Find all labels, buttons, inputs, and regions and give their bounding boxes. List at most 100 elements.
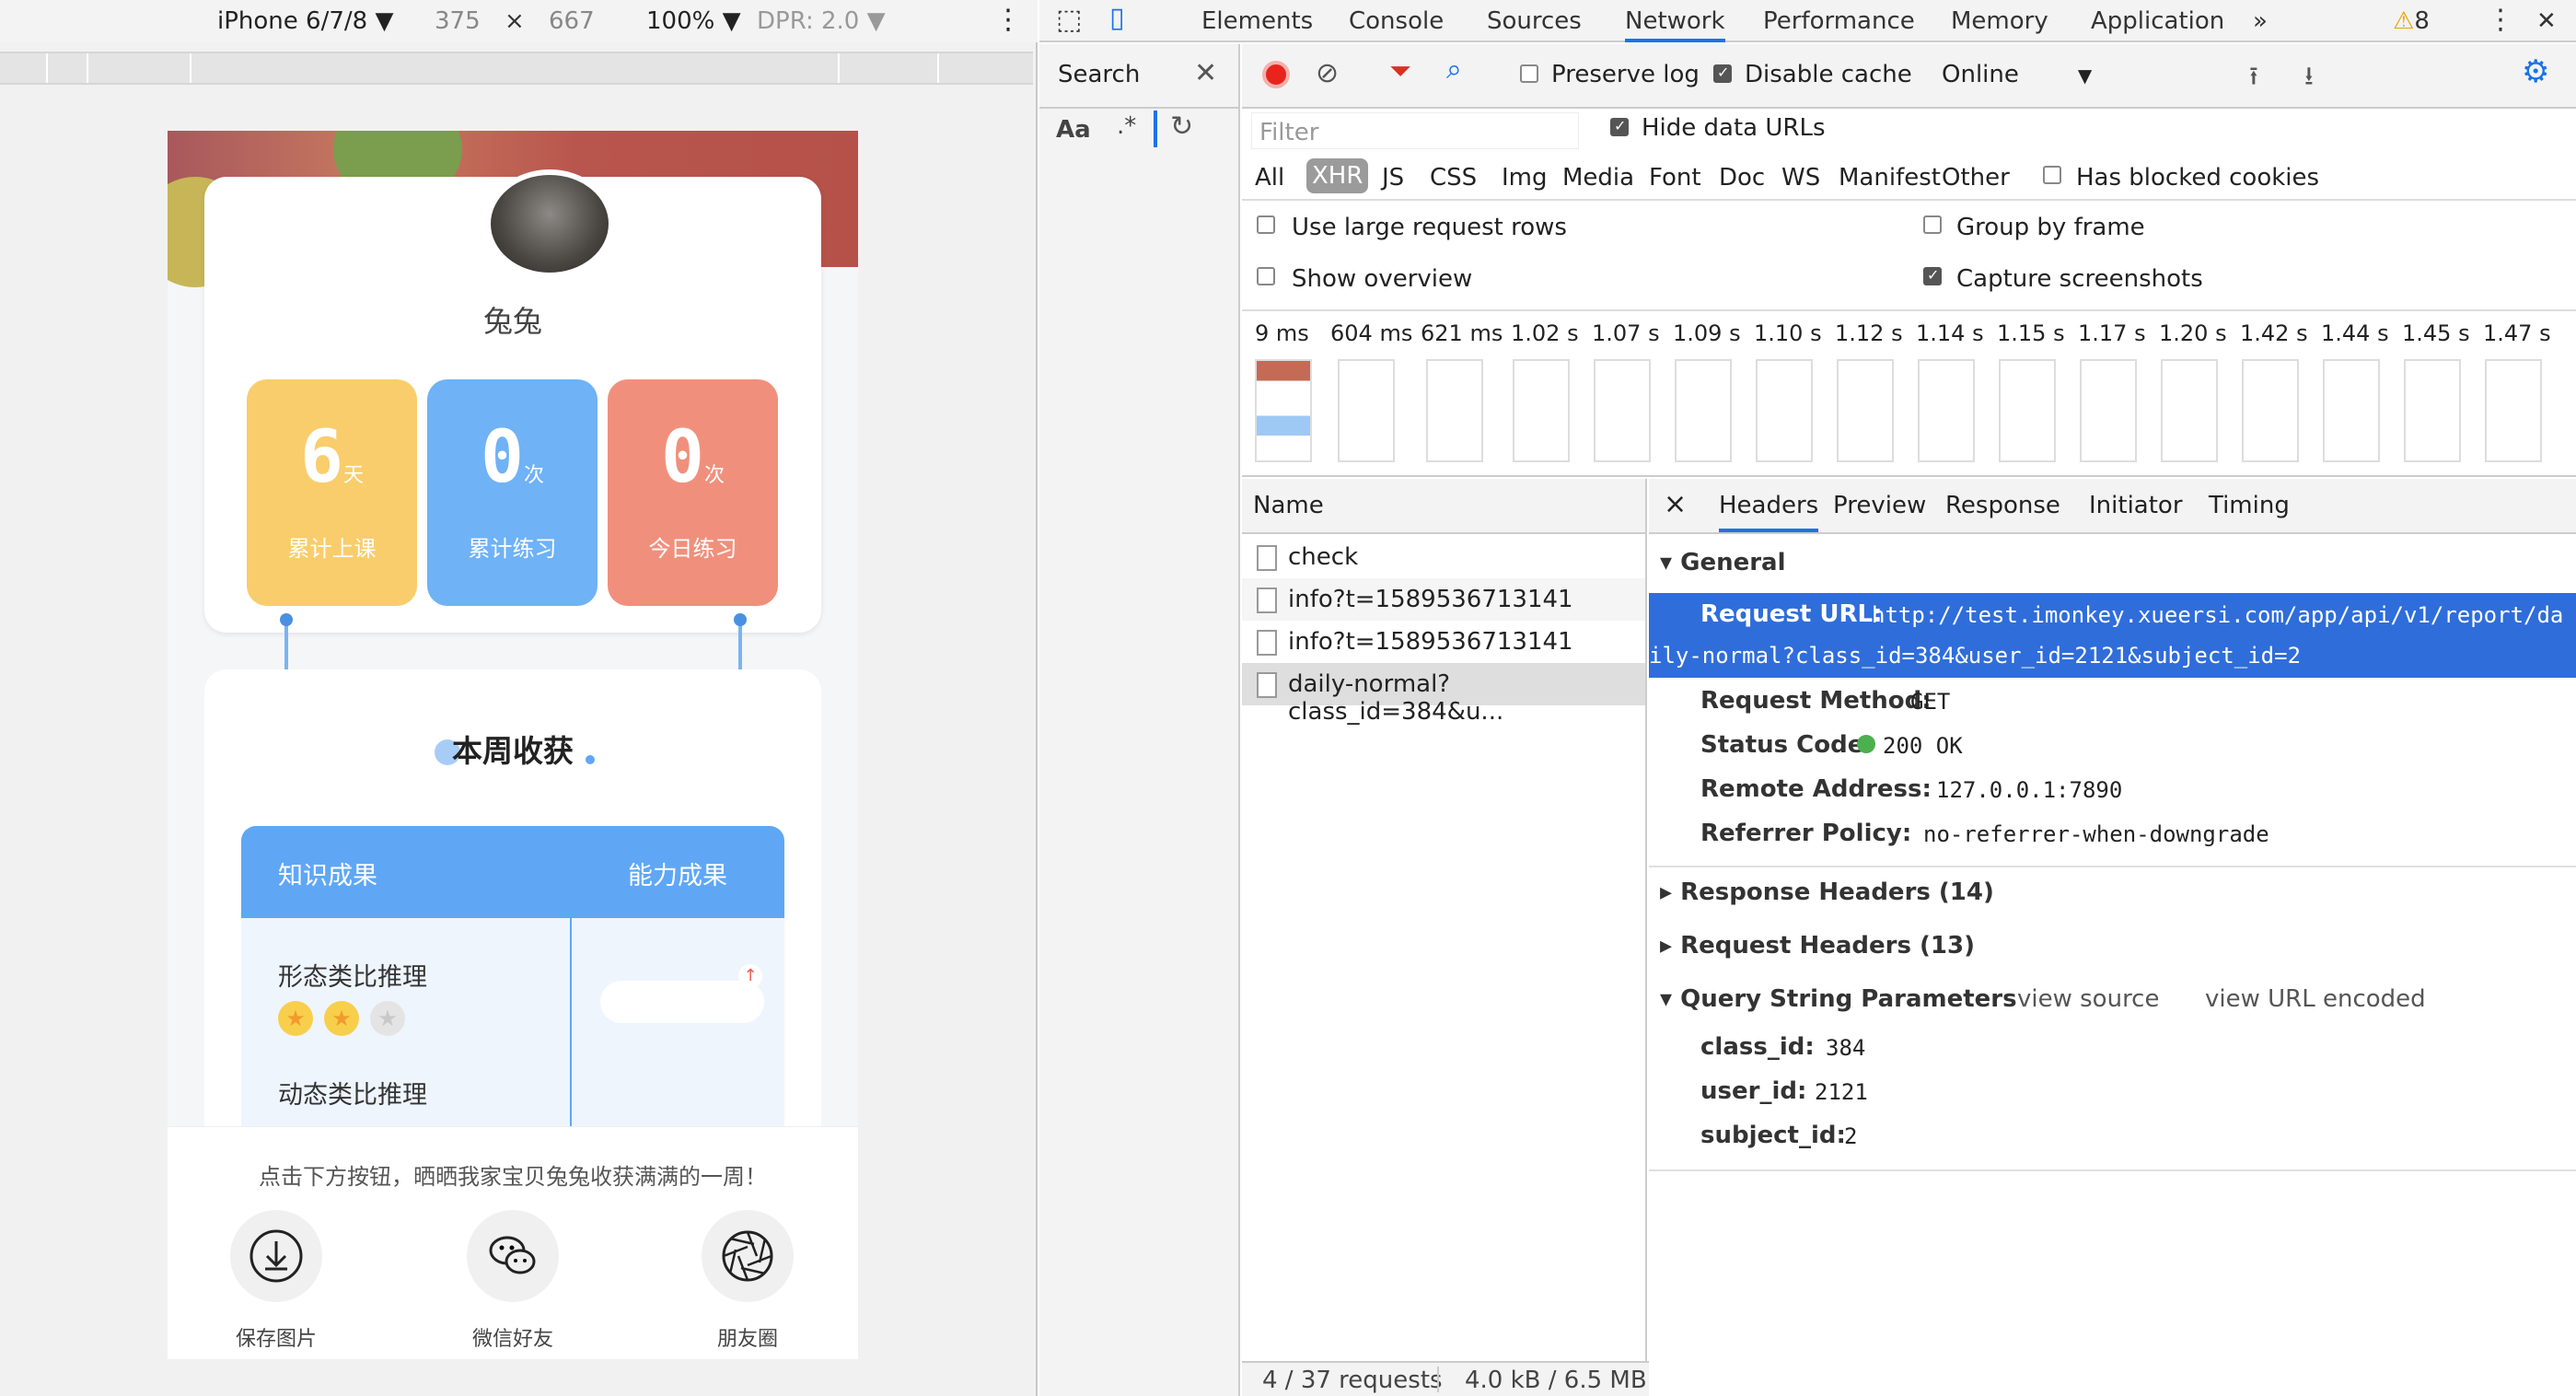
type-js[interactable]: JS [1382,164,1404,192]
method-label: Request Method: [1700,687,1932,715]
request-row[interactable]: check [1242,536,1645,578]
detail-tab-response[interactable]: Response [1945,492,2060,519]
moments-icon[interactable] [702,1210,794,1302]
close-devtools-icon[interactable]: ✕ [2536,7,2557,35]
tab-network[interactable]: Network [1625,7,1725,42]
screenshot-thumbnail[interactable] [2404,359,2461,462]
group-frame-checkbox[interactable] [1923,215,1942,234]
close-search-icon[interactable]: ✕ [1194,57,1217,89]
show-overview-checkbox[interactable] [1257,267,1275,285]
query-params-toggle[interactable]: ▾ Query String Parameters [1660,985,2017,1013]
capture-screens-label: Capture screenshots [1956,265,2203,293]
type-xhr[interactable]: XHR [1306,158,1369,193]
detail-tab-timing[interactable]: Timing [2209,492,2290,519]
import-har-icon[interactable]: ⭱ [2249,57,2258,101]
screenshot-thumbnail[interactable] [2161,359,2218,462]
tab-elements[interactable]: Elements [1201,7,1313,35]
group-frame-label: Group by frame [1956,214,2145,241]
screenshot-thumbnail[interactable] [2323,359,2380,462]
width-input[interactable]: 375 [435,7,481,35]
warning-icon[interactable]: ⚠8 [2393,7,2430,35]
disable-cache-checkbox[interactable] [1713,64,1732,83]
tab-performance[interactable]: Performance [1763,7,1915,35]
media-query-ruler[interactable] [0,52,1033,85]
screenshot-thumbnail[interactable] [1918,359,1975,462]
screenshot-thumbnail[interactable] [2485,359,2542,462]
request-row[interactable]: info?t=1589536713141 [1242,621,1645,663]
tab-application[interactable]: Application [2091,7,2224,35]
search-icon[interactable]: ⌕ [1446,53,1462,86]
wechat-icon[interactable] [467,1210,559,1302]
inspect-icon[interactable]: ⬚ [1056,4,1082,36]
title-decoration [586,755,595,764]
device-toggle-icon[interactable]: ▯ [1109,2,1125,34]
large-rows-checkbox[interactable] [1257,215,1275,234]
request-row[interactable]: info?t=1589536713141 [1242,578,1645,621]
request-name: daily-normal?class_id=384&u... [1288,670,1504,726]
screenshot-thumbnail[interactable] [1255,359,1312,462]
type-media[interactable]: Media [1562,164,1634,192]
more-tabs-icon[interactable]: » [2253,7,2268,35]
general-section-toggle[interactable]: ▾ General [1660,549,1786,576]
request-row-selected[interactable]: daily-normal?class_id=384&u... [1242,663,1645,726]
tab-sources[interactable]: Sources [1487,7,1582,35]
throttle-select[interactable]: Online ▼ [1942,61,2092,88]
tab-memory[interactable]: Memory [1951,7,2048,35]
detail-tab-initiator[interactable]: Initiator [2089,492,2183,519]
tab-console[interactable]: Console [1349,7,1444,35]
name-column-header[interactable]: Name [1242,479,1645,534]
type-other[interactable]: Other [1942,164,2010,192]
share-label: 朋友圈 [716,1328,778,1351]
type-css[interactable]: CSS [1430,164,1477,192]
hide-data-urls-checkbox[interactable] [1610,117,1629,136]
screenshot-thumbnail[interactable] [1426,359,1483,462]
view-source-link[interactable]: view source [2017,985,2159,1013]
detail-tab-preview[interactable]: Preview [1833,492,1926,519]
regex-toggle[interactable]: .* [1117,112,1136,140]
download-icon[interactable] [230,1210,322,1302]
request-headers-toggle[interactable]: ▸ Request Headers (13) [1660,932,1975,960]
record-icon[interactable] [1262,61,1290,88]
more-options-icon[interactable]: ⋮ [994,4,1022,36]
frame-time: 1.14 s [1916,320,1984,346]
device-select[interactable]: iPhone 6/7/8 ▼ [217,7,393,35]
request-url-row[interactable]: Request URL: http://test.imonkey.xueersi… [1649,593,2576,678]
share-label: 保存图片 [235,1328,317,1351]
type-font[interactable]: Font [1649,164,1701,192]
screenshot-thumbnail[interactable] [1999,359,2056,462]
close-details-icon[interactable]: × [1664,488,1687,520]
height-input[interactable]: 667 [549,7,595,35]
type-ws[interactable]: WS [1781,164,1820,192]
refresh-icon[interactable]: ↻ [1170,111,1193,143]
screenshot-thumbnail[interactable] [1338,359,1395,462]
capture-screens-checkbox[interactable] [1923,266,1942,285]
export-har-icon[interactable]: ⭳ [2304,57,2314,101]
screenshot-thumbnail[interactable] [1513,359,1570,462]
view-url-encoded-link[interactable]: view URL encoded [2205,985,2426,1013]
type-img[interactable]: Img [1502,164,1548,192]
screenshot-thumbnail[interactable] [2080,359,2137,462]
type-manifest[interactable]: Manifest [1839,164,1941,192]
filter-input[interactable]: Filter [1251,112,1579,149]
type-all[interactable]: All [1255,164,1284,192]
screenshot-thumbnail[interactable] [1675,359,1732,462]
avatar[interactable] [485,169,614,278]
screenshot-thumbnail[interactable] [2242,359,2299,462]
settings-gear-icon[interactable]: ⚙ [2522,53,2549,90]
clear-icon[interactable]: ⊘ [1316,57,1339,89]
blocked-cookies-checkbox[interactable] [2043,166,2061,184]
preserve-log-checkbox[interactable] [1520,64,1538,83]
dpr-select[interactable]: DPR: 2.0 ▼ [757,7,886,35]
filter-icon[interactable]: ⏷ [1389,55,1411,87]
devtools-menu-icon[interactable]: ⋮ [2487,4,2514,36]
zoom-select[interactable]: 100% ▼ [646,7,741,35]
screenshot-filmstrip: 9 ms 604 ms 621 ms 1.02 s 1.07 s 1.09 s … [1242,311,2576,477]
detail-tab-headers[interactable]: Headers [1719,492,1819,532]
response-headers-toggle[interactable]: ▸ Response Headers (14) [1660,878,1994,906]
screenshot-thumbnail[interactable] [1837,359,1894,462]
type-doc[interactable]: Doc [1719,164,1765,192]
search-title: Search [1058,61,1141,88]
screenshot-thumbnail[interactable] [1594,359,1651,462]
match-case-toggle[interactable]: Aa [1056,116,1091,144]
screenshot-thumbnail[interactable] [1756,359,1813,462]
